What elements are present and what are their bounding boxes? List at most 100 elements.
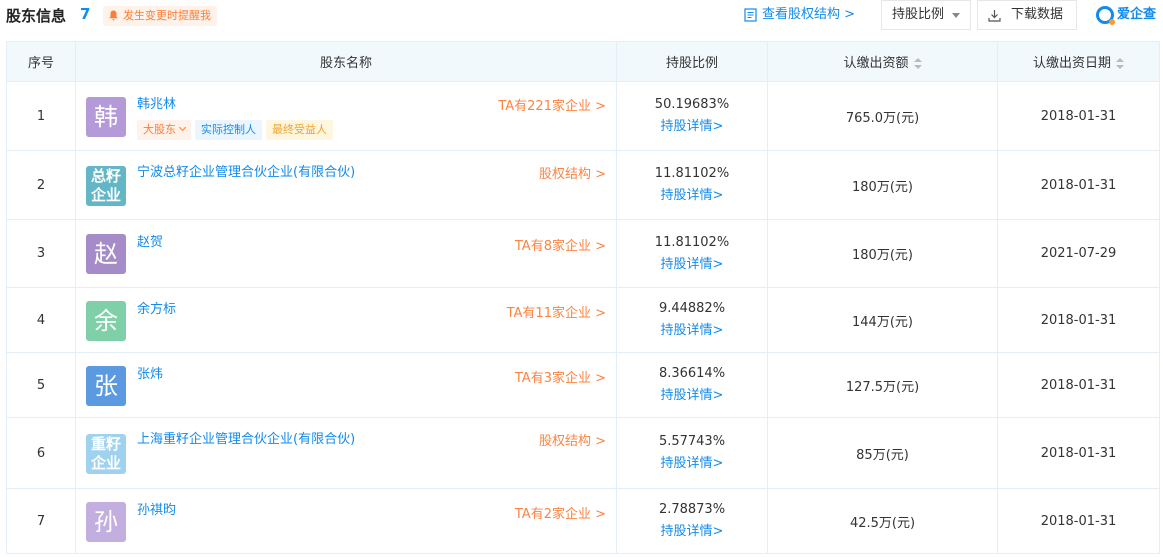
shareholder-enterprise-link[interactable]: TA有11家企业 > — [507, 302, 606, 321]
shareholder-enterprise-link[interactable]: TA有8家企业 > — [515, 235, 606, 254]
col-header-date-label: 认缴出资日期 — [1032, 56, 1111, 71]
company-avatar: 重籽 企业 — [86, 434, 126, 474]
person-avatar: 孙 — [86, 502, 126, 542]
shareholder-name-link[interactable]: 余方标 — [137, 299, 357, 321]
shareholder-cell: 余 余方标 TA有11家企业 > — [75, 287, 617, 353]
table-row: 4 余 余方标 TA有11家企业 > 9.44882% 持股详情> 144万(元… — [6, 287, 1160, 353]
subscribed-date: 2018-01-31 — [997, 150, 1160, 220]
col-header-no: 序号 — [6, 41, 76, 82]
avatar-text-bottom: 企业 — [90, 454, 121, 472]
subscribed-amount: 144万(元) — [767, 287, 998, 353]
download-label: 下载数据 — [1011, 7, 1064, 22]
avatar-text-bottom: 企业 — [90, 186, 121, 204]
table-row: 5 张 张炜 TA有3家企业 > 8.36614% 持股详情> 127.5万(元… — [6, 352, 1160, 418]
subscribed-amount: 180万(元) — [767, 150, 998, 220]
holding-detail-link[interactable]: 持股详情> — [617, 385, 767, 407]
brand-name: 爱企查 — [1117, 7, 1157, 22]
section-header: 股东信息 7 发生变更时提醒我 查看股权结构 > 持股比例 下载数据 爱企查 — [0, 0, 1163, 34]
col-header-amount-label: 认缴出资额 — [843, 56, 909, 71]
table-row: 2 总籽 企业 宁波总籽企业管理合伙企业(有限合伙) 股权结构 > 11.8110… — [6, 150, 1160, 220]
holding-ratio: 5.57743% — [658, 434, 726, 449]
tag-major-shareholder[interactable]: 大股东 — [137, 120, 191, 140]
subscribed-amount: 180万(元) — [767, 219, 998, 288]
shareholder-cell: 张 张炜 TA有3家企业 > — [75, 352, 617, 418]
subscribed-date: 2018-01-31 — [997, 352, 1160, 418]
col-header-name: 股东名称 — [75, 41, 617, 82]
col-header-amount[interactable]: 认缴出资额 — [767, 41, 998, 82]
col-header-ratio: 持股比例 — [616, 41, 768, 82]
view-equity-structure-link[interactable]: 查看股权结构 > — [744, 6, 855, 24]
brand-logo[interactable]: 爱企查 — [1096, 4, 1156, 26]
brand-logo-icon — [1096, 6, 1115, 25]
subscribed-amount: 765.0万(元) — [767, 81, 998, 151]
shareholder-enterprise-link[interactable]: TA有3家企业 > — [515, 367, 606, 386]
holding-detail-link[interactable]: 持股详情> — [617, 521, 767, 543]
shareholder-count: 7 — [80, 5, 91, 23]
subscribed-amount: 42.5万(元) — [767, 488, 998, 554]
ratio-filter-dropdown[interactable]: 持股比例 — [881, 0, 971, 30]
shareholder-enterprise-link[interactable]: 股权结构 > — [539, 163, 606, 182]
subscribed-amount: 85万(元) — [767, 417, 998, 489]
shareholder-name-link[interactable]: 张炜 — [137, 364, 357, 386]
change-remind-button[interactable]: 发生变更时提醒我 — [103, 6, 217, 26]
struct-link-label: 查看股权结构 > — [762, 7, 856, 22]
ratio-filter-label: 持股比例 — [892, 7, 945, 22]
person-avatar: 赵 — [86, 234, 126, 274]
table-row: 3 赵 赵贺 TA有8家企业 > 11.81102% 持股详情> 180万(元)… — [6, 219, 1160, 288]
shareholder-name-link[interactable]: 赵贺 — [137, 232, 357, 254]
shareholder-tags: 大股东 实际控制人 最终受益人 — [137, 120, 337, 140]
shareholder-enterprise-link[interactable]: TA有221家企业 > — [498, 95, 606, 114]
ratio-cell: 5.57743% 持股详情> — [616, 417, 768, 489]
holding-detail-link[interactable]: 持股详情> — [617, 254, 767, 276]
download-icon — [988, 10, 1001, 22]
subscribed-amount: 127.5万(元) — [767, 352, 998, 418]
subscribed-date: 2018-01-31 — [997, 287, 1160, 353]
holding-ratio: 11.81102% — [654, 234, 730, 250]
holding-ratio: 2.78873% — [658, 502, 726, 517]
sort-icon[interactable] — [1116, 58, 1124, 69]
shareholder-enterprise-link[interactable]: TA有2家企业 > — [515, 503, 606, 522]
holding-detail-link[interactable]: 持股详情> — [617, 320, 767, 342]
structure-icon — [744, 8, 757, 22]
holding-ratio: 9.44882% — [658, 301, 726, 316]
holding-detail-link[interactable]: 持股详情> — [617, 453, 767, 475]
shareholder-cell: 总籽 企业 宁波总籽企业管理合伙企业(有限合伙) 股权结构 > — [75, 150, 617, 220]
row-number: 1 — [6, 81, 76, 151]
row-number: 7 — [6, 488, 76, 554]
row-number: 5 — [6, 352, 76, 418]
row-number: 2 — [6, 150, 76, 220]
sort-icon[interactable] — [913, 58, 922, 69]
holding-detail-link[interactable]: 持股详情> — [617, 116, 767, 138]
subscribed-date: 2018-01-31 — [997, 417, 1160, 489]
ratio-cell: 11.81102% 持股详情> — [616, 219, 768, 288]
col-header-date[interactable]: 认缴出资日期 — [997, 41, 1160, 82]
tag-label: 大股东 — [143, 123, 176, 136]
ratio-cell: 11.81102% 持股详情> — [616, 150, 768, 220]
person-avatar: 张 — [86, 366, 126, 406]
person-avatar: 余 — [86, 301, 126, 341]
row-number: 4 — [6, 287, 76, 353]
holding-ratio: 8.36614% — [658, 366, 726, 381]
holding-detail-link[interactable]: 持股详情> — [617, 185, 767, 207]
avatar-text-top: 重籽 — [90, 435, 121, 453]
shareholder-cell: 孙 孙祺昀 TA有2家企业 > — [75, 488, 617, 554]
shareholder-cell: 重籽 企业 上海重籽企业管理合伙企业(有限合伙) 股权结构 > — [75, 417, 617, 489]
shareholder-cell: 韩 韩兆林 TA有221家企业 > 大股东 实际控制人 最终受益人 — [75, 81, 617, 151]
shareholder-name-link[interactable]: 孙祺昀 — [137, 500, 357, 522]
holding-ratio: 11.81102% — [654, 166, 730, 181]
caret-down-icon — [952, 13, 960, 18]
table-header-row: 序号 股东名称 持股比例 认缴出资额 认缴出资日期 — [6, 41, 1160, 82]
shareholder-name-link[interactable]: 宁波总籽企业管理合伙企业(有限合伙) — [137, 162, 357, 184]
row-number: 3 — [6, 219, 76, 288]
shareholder-enterprise-link[interactable]: 股权结构 > — [539, 430, 606, 449]
chevron-down-icon — [178, 123, 187, 132]
remind-label: 发生变更时提醒我 — [123, 9, 211, 22]
ratio-cell: 9.44882% 持股详情> — [616, 287, 768, 353]
subscribed-date: 2018-01-31 — [997, 81, 1160, 151]
company-avatar: 总籽 企业 — [86, 166, 126, 206]
shareholder-cell: 赵 赵贺 TA有8家企业 > — [75, 219, 617, 288]
shareholder-name-link[interactable]: 上海重籽企业管理合伙企业(有限合伙) — [137, 429, 357, 451]
download-data-button[interactable]: 下载数据 — [977, 0, 1077, 30]
shareholder-table: 序号 股东名称 持股比例 认缴出资额 认缴出资日期 1 韩 韩兆林 TA有221… — [6, 41, 1160, 554]
shareholder-name-link[interactable]: 韩兆林 — [137, 94, 357, 116]
